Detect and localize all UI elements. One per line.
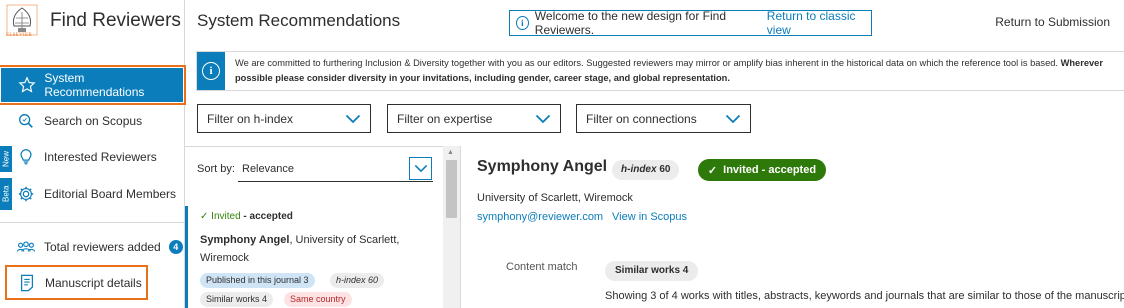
detail-reviewer-name: Symphony Angel (477, 158, 608, 175)
banner-text: We are committed to furthering Inclusion… (235, 56, 1121, 86)
lightbulb-icon (16, 147, 36, 167)
selected-card-indicator (185, 206, 188, 308)
sort-select[interactable]: Relevance (238, 158, 433, 182)
similar-works-description: Showing 3 of 4 works with titles, abstra… (605, 290, 1124, 302)
info-banner-icon: i (197, 52, 225, 90)
scroll-up-arrow-icon[interactable]: ▲ (447, 149, 454, 156)
info-icon: i (516, 16, 529, 30)
check-icon: ✓ (200, 211, 212, 222)
sidebar-item-label: Interested Reviewers (44, 150, 157, 164)
gear-icon (16, 184, 36, 204)
filter-label: Filter on h-index (207, 111, 294, 126)
sort-by-label: Sort by: (197, 163, 235, 175)
total-reviewers-label: Total reviewers added (44, 240, 161, 254)
sidebar-item-label: Editorial Board Members (44, 187, 177, 201)
page-title: System Recommendations (197, 11, 401, 30)
detail-status-text: Invited - accepted (723, 164, 817, 176)
chevron-down-icon (345, 114, 361, 123)
diversity-banner: i We are committed to furthering Inclusi… (196, 51, 1124, 91)
card-status-prefix: Invited (211, 211, 241, 222)
scroll-thumb[interactable] (446, 160, 457, 218)
detail-email-link[interactable]: symphony@reviewer.com (477, 211, 603, 223)
sidebar-item-interested-reviewers[interactable]: Interested Reviewers (0, 139, 185, 175)
tag-similar-works: Similar works 4 (200, 292, 274, 307)
return-to-submission-link[interactable]: Return to Submission (995, 15, 1110, 29)
similar-works-badge[interactable]: Similar works 4 (605, 261, 699, 281)
welcome-notice: i Welcome to the new design for Find Rev… (509, 9, 872, 37)
chevron-down-icon (414, 164, 427, 173)
detail-affiliation: University of Scarlett, Wiremock (477, 192, 633, 204)
filter-connections-dropdown[interactable]: Filter on connections (576, 104, 751, 133)
sidebar-item-label: System Recommendations (44, 71, 145, 99)
card-reviewer-name: Symphony Angel (200, 234, 290, 246)
filter-label: Filter on connections (586, 111, 697, 126)
detail-status-pill: ✓ Invited - accepted (698, 159, 826, 181)
total-reviewers-count-badge: 4 (168, 240, 183, 254)
card-status: ✓ Invited - accepted (200, 211, 293, 222)
banner-body: We are committed to furthering Inclusion… (235, 58, 1058, 68)
h-index-value: 60 (659, 164, 671, 175)
sidebar-item-label: Manuscript details (45, 275, 142, 290)
classic-view-link[interactable]: Return to classic view (767, 9, 871, 37)
check-icon: ✓ (707, 164, 718, 177)
sidebar: ELSEVIER Find Reviewers System Recommend… (0, 0, 186, 308)
total-reviewers-added[interactable]: Total reviewers added 4 (0, 229, 185, 265)
filter-expertise-dropdown[interactable]: Filter on expertise (387, 104, 561, 133)
sidebar-item-label: Search on Scopus (44, 114, 143, 128)
filter-h-index-dropdown[interactable]: Filter on h-index (197, 104, 371, 133)
view-in-scopus-link[interactable]: View in Scopus (612, 211, 687, 223)
tag-published-in-journal: Published in this journal 3 (200, 273, 315, 288)
logo-text: ELSEVIER (6, 33, 33, 38)
sidebar-divider (0, 222, 185, 223)
card-status-text: - accepted (240, 211, 293, 222)
filter-label: Filter on expertise (397, 111, 493, 126)
people-icon (16, 237, 36, 257)
chevron-down-icon (725, 114, 741, 123)
sidebar-item-manuscript-details[interactable]: Manuscript details (5, 265, 148, 300)
content-match-label: Content match (506, 261, 578, 273)
tag-same-country: Same country (284, 292, 352, 307)
search-icon (16, 111, 36, 131)
star-icon (17, 75, 36, 95)
reviewer-card[interactable]: Symphony Angel, University of Scarlett, … (200, 231, 430, 267)
document-icon (17, 273, 37, 293)
sidebar-item-search-scopus[interactable]: Search on Scopus (0, 103, 185, 139)
find-reviewers-app: ELSEVIER Find Reviewers System Recommend… (0, 0, 1124, 308)
tag-h-index: h-index 60 (330, 273, 385, 288)
sidebar-item-editorial-board[interactable]: Editorial Board Members (0, 176, 185, 212)
welcome-text: Welcome to the new design for Find Revie… (534, 9, 726, 37)
h-index-label: h-index (621, 164, 657, 175)
sort-dropdown-button[interactable] (409, 157, 432, 180)
sidebar-item-system-recommendations[interactable]: System Recommendations (0, 65, 186, 105)
chevron-down-icon (535, 114, 551, 123)
detail-h-index-badge: h-index 60 (612, 160, 680, 180)
app-title: Find Reviewers (50, 10, 181, 31)
